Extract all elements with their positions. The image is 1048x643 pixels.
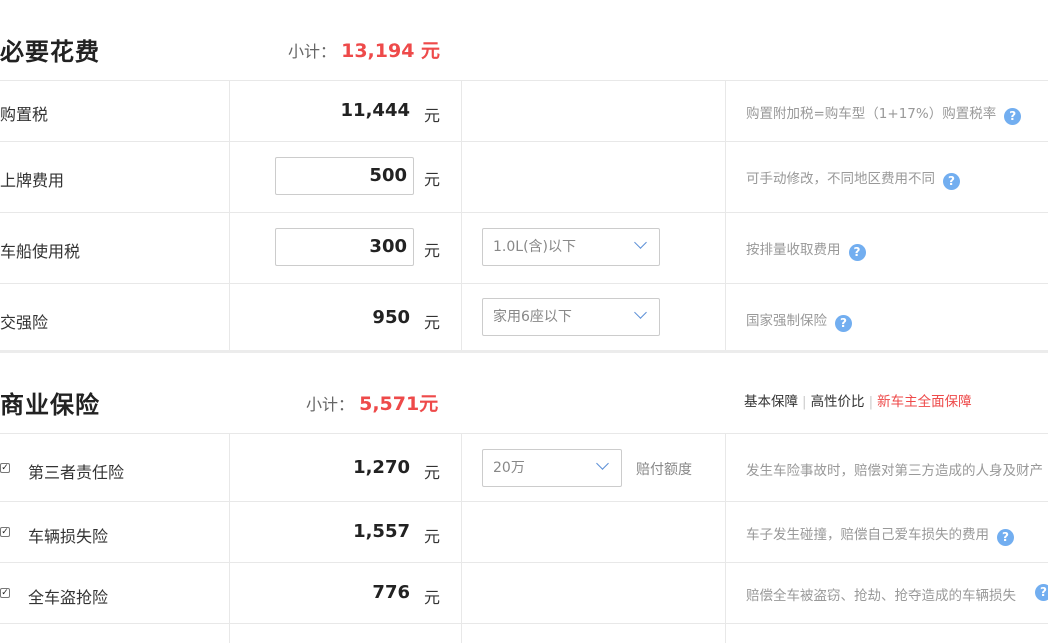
- displacement-select[interactable]: 1.0L(含)以下: [482, 228, 660, 266]
- table-row: ✓ 车辆损失险 1,557 元 车子发生碰撞，赔偿自己爱车损失的费用?: [0, 501, 1048, 562]
- table-row: 上牌费用 500 元 可手动修改，不同地区费用不同?: [0, 141, 1048, 212]
- fee-value: 11,444: [340, 100, 410, 121]
- row-note: 国家强制保险?: [746, 309, 852, 332]
- seat-type-select[interactable]: 家用6座以下: [482, 298, 660, 336]
- subtotal-value: 5,571元: [359, 393, 439, 415]
- required-section-header: 必要花费 小计： 13,194 元: [0, 0, 1048, 80]
- chevron-down-icon: [634, 236, 647, 249]
- unit-label: 元: [424, 313, 441, 332]
- question-circle-icon[interactable]: ?: [1004, 108, 1022, 125]
- note-text: 按排量收取费用: [746, 242, 841, 258]
- section-title: 商业保险: [0, 391, 100, 419]
- note-text: 国家强制保险: [746, 313, 827, 329]
- plan-link-basic[interactable]: 基本保障: [744, 394, 798, 410]
- vehicle-tax-input[interactable]: 300: [275, 228, 414, 266]
- row-note: 购置附加税=购车型（1+17%）购置税率?: [746, 102, 1022, 125]
- row-note: 车子发生碰撞，赔偿自己爱车损失的费用?: [746, 523, 1014, 546]
- subtotal: 小计： 5,571元: [306, 389, 438, 416]
- coverage-select[interactable]: 20万: [482, 449, 622, 487]
- fee-value: 776: [372, 582, 410, 603]
- unit-label: 元: [424, 463, 441, 482]
- plan-link-full[interactable]: 新车主全面保障: [877, 394, 972, 410]
- row-note: 按排量收取费用?: [746, 238, 866, 261]
- checkbox-checked-icon[interactable]: ✓: [0, 588, 10, 598]
- question-circle-icon[interactable]: ?: [943, 173, 960, 190]
- table-row: ✓ 第三者责任险 1,270 元 20万 赔付额度 发生车险事故时，赔偿对第三方…: [0, 433, 1048, 501]
- subtotal-label: 小计：: [288, 42, 337, 61]
- section-title: 必要花费: [0, 38, 100, 66]
- checkbox-checked-icon[interactable]: ✓: [0, 527, 10, 537]
- table-row: 车船使用税 300 元 1.0L(含)以下 按排量收取费用?: [0, 212, 1048, 283]
- row-note: 可手动修改，不同地区费用不同?: [746, 167, 960, 190]
- note-text: 可手动修改，不同地区费用不同: [746, 171, 935, 187]
- plan-links: 基本保障 | 高性价比 | 新车主全面保障: [744, 394, 972, 410]
- row-label: 全车盗抢险: [28, 588, 109, 607]
- subtotal: 小计： 13,194 元: [288, 36, 440, 63]
- question-circle-icon[interactable]: ?: [848, 244, 866, 261]
- unit-label: 元: [424, 170, 441, 189]
- fee-value: 1,557: [353, 521, 410, 542]
- unit-label: 元: [424, 106, 441, 125]
- coverage-label: 赔付额度: [636, 462, 692, 478]
- row-label: 购置税: [0, 105, 49, 124]
- table-row: ✓ 全车盗抢险 776 元 赔偿全车被盗窃、抢劫、抢夺造成的车辆损失 ?: [0, 562, 1048, 623]
- row-label: 交强险: [0, 313, 49, 332]
- registration-fee-input[interactable]: 500: [275, 157, 414, 195]
- row-note: 赔偿全车被盗窃、抢劫、抢夺造成的车辆损失: [746, 588, 1016, 604]
- note-text: 购置附加税=购车型（1+17%）购置税率: [746, 106, 997, 122]
- question-circle-icon[interactable]: ?: [1035, 584, 1048, 601]
- row-note: 发生车险事故时，赔偿对第三方造成的人身及财产: [746, 463, 1043, 479]
- row-label: 上牌费用: [0, 171, 65, 190]
- select-value: 1.0L(含)以下: [493, 239, 576, 255]
- unit-label: 元: [424, 527, 441, 546]
- question-circle-icon[interactable]: ?: [997, 529, 1014, 546]
- commercial-section-header: 商业保险 小计： 5,571元 基本保障 | 高性价比 | 新车主全面保障: [0, 353, 1048, 433]
- checkbox-checked-icon[interactable]: ✓: [0, 463, 10, 473]
- fee-value: 950: [372, 307, 410, 328]
- unit-label: 元: [424, 588, 441, 607]
- row-label: 第三者责任险: [28, 463, 125, 482]
- fee-value: 1,270: [353, 457, 410, 478]
- select-value: 家用6座以下: [493, 309, 572, 325]
- subtotal-label: 小计：: [306, 395, 355, 414]
- unit-label: 元: [424, 241, 441, 260]
- subtotal-value: 13,194 元: [341, 40, 441, 62]
- table-row: 购置税 11,444 元 购置附加税=购车型（1+17%）购置税率?: [0, 80, 1048, 141]
- note-text: 车子发生碰撞，赔偿自己爱车损失的费用: [746, 527, 989, 543]
- row-label: 车辆损失险: [28, 527, 109, 546]
- row-label: 车船使用税: [0, 242, 81, 261]
- select-value: 20万: [493, 460, 525, 476]
- table-row: [0, 623, 1048, 643]
- table-row: 交强险 950 元 家用6座以下 国家强制保险?: [0, 283, 1048, 351]
- chevron-down-icon: [634, 306, 647, 319]
- plan-link-value[interactable]: 高性价比: [811, 394, 865, 410]
- question-circle-icon[interactable]: ?: [835, 315, 852, 332]
- chevron-down-icon: [596, 457, 609, 470]
